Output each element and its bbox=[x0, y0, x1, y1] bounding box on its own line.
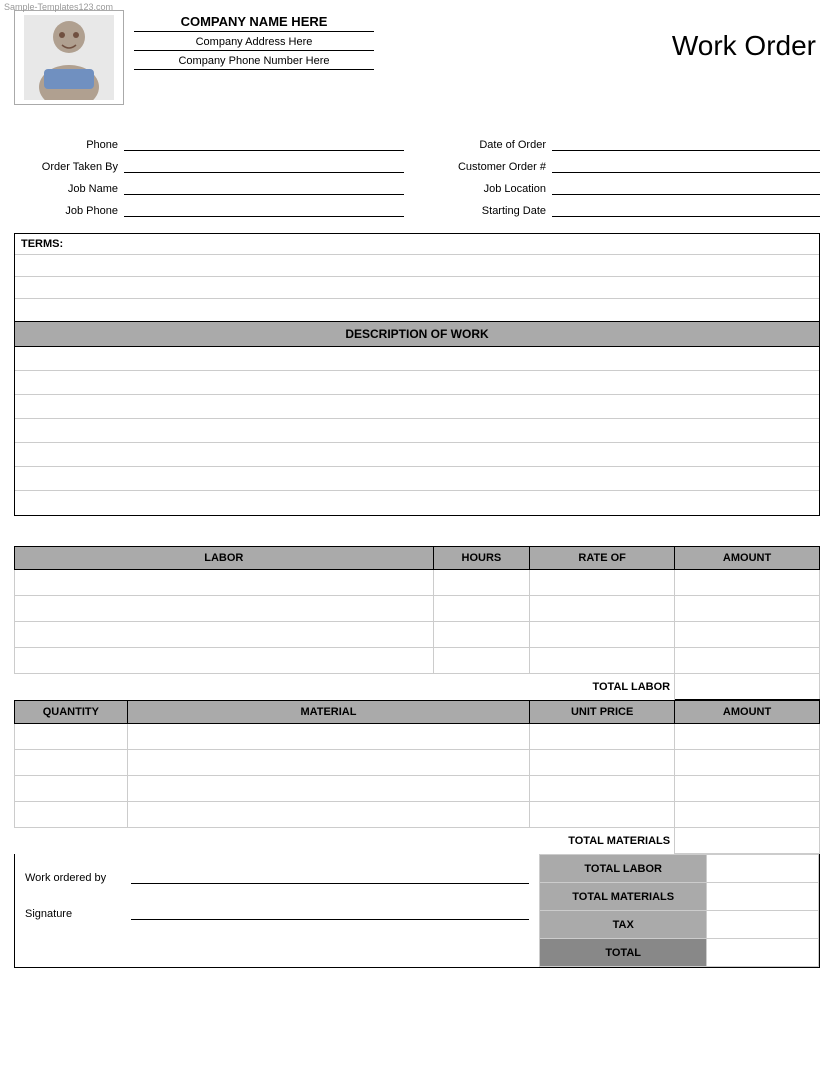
watermark: Sample-Templates123.com bbox=[4, 2, 113, 12]
labor-col-amount: AMOUNT bbox=[675, 547, 820, 570]
form-left-order-taken: Order Taken By bbox=[14, 157, 412, 173]
desc-row-5 bbox=[15, 443, 819, 467]
material-col-unit-price: UNIT PRICE bbox=[530, 701, 675, 724]
header-section: COMPANY NAME HERE Company Address Here C… bbox=[14, 10, 820, 105]
work-ordered-input[interactable] bbox=[131, 868, 529, 884]
desc-row-1 bbox=[15, 347, 819, 371]
grand-total-value[interactable] bbox=[707, 939, 819, 967]
job-location-input[interactable] bbox=[552, 179, 820, 195]
date-order-input[interactable] bbox=[552, 135, 820, 151]
desc-row-4 bbox=[15, 419, 819, 443]
tax-label: TAX bbox=[540, 911, 707, 939]
labor-row-3 bbox=[15, 622, 820, 648]
description-header: DESCRIPTION OF WORK bbox=[14, 322, 820, 347]
form-right-job-location: Job Location bbox=[422, 179, 820, 195]
job-phone-label: Job Phone bbox=[14, 205, 124, 217]
customer-order-input[interactable] bbox=[552, 157, 820, 173]
form-right-starting-date: Starting Date bbox=[422, 201, 820, 217]
labor-col-labor: LABOR bbox=[15, 547, 434, 570]
material-col-qty: QUANTITY bbox=[15, 701, 128, 724]
company-info: COMPANY NAME HERE Company Address Here C… bbox=[134, 10, 374, 74]
tax-value[interactable] bbox=[707, 911, 819, 939]
form-section: Phone Date of Order Order Taken By Custo… bbox=[14, 135, 820, 217]
grand-total-label: TOTAL bbox=[540, 939, 707, 967]
form-row-1: Phone Date of Order bbox=[14, 135, 820, 151]
total-materials-label: TOTAL MATERIALS bbox=[540, 883, 707, 911]
total-materials-row: TOTAL MATERIALS bbox=[540, 883, 819, 911]
work-ordered-label: Work ordered by bbox=[25, 872, 125, 884]
desc-row-7 bbox=[15, 491, 819, 515]
form-left-job-phone: Job Phone bbox=[14, 201, 412, 217]
total-labor-value[interactable] bbox=[707, 855, 819, 883]
form-left-phone: Phone bbox=[14, 135, 412, 151]
company-logo bbox=[14, 10, 124, 105]
terms-section: TERMS: bbox=[14, 233, 820, 322]
signature-section: Work ordered by Signature bbox=[15, 854, 539, 967]
customer-order-label: Customer Order # bbox=[422, 161, 552, 173]
logo-svg bbox=[24, 15, 114, 100]
total-materials-value[interactable] bbox=[707, 883, 819, 911]
form-row-3: Job Name Job Location bbox=[14, 179, 820, 195]
material-total-value[interactable] bbox=[675, 828, 820, 854]
job-phone-input[interactable] bbox=[124, 201, 404, 217]
terms-row-1 bbox=[15, 255, 819, 277]
work-ordered-row: Work ordered by bbox=[25, 868, 529, 884]
labor-total-label: TOTAL LABOR bbox=[530, 674, 675, 700]
terms-row-2 bbox=[15, 277, 819, 299]
form-row-4: Job Phone Starting Date bbox=[14, 201, 820, 217]
material-total-label: TOTAL MATERIALS bbox=[530, 828, 675, 854]
material-total-row: TOTAL MATERIALS bbox=[15, 828, 820, 854]
material-row-2 bbox=[15, 750, 820, 776]
starting-date-input[interactable] bbox=[552, 201, 820, 217]
phone-input[interactable] bbox=[124, 135, 404, 151]
material-row-3 bbox=[15, 776, 820, 802]
desc-row-2 bbox=[15, 371, 819, 395]
total-row: TOTAL bbox=[540, 939, 819, 967]
material-row-4 bbox=[15, 802, 820, 828]
labor-total-value[interactable] bbox=[675, 674, 820, 700]
material-table: QUANTITY MATERIAL UNIT PRICE AMOUNT TOTA… bbox=[14, 700, 820, 854]
labor-row-2 bbox=[15, 596, 820, 622]
terms-row-3 bbox=[15, 299, 819, 321]
starting-date-label: Starting Date bbox=[422, 205, 552, 217]
job-location-label: Job Location bbox=[422, 183, 552, 195]
company-phone: Company Phone Number Here bbox=[134, 55, 374, 70]
labor-row-4 bbox=[15, 648, 820, 674]
form-right-customer: Customer Order # bbox=[422, 157, 820, 173]
description-section bbox=[14, 347, 820, 516]
totals-table: TOTAL LABOR TOTAL MATERIALS TAX TOTAL bbox=[539, 854, 819, 967]
total-labor-label: TOTAL LABOR bbox=[540, 855, 707, 883]
form-row-2: Order Taken By Customer Order # bbox=[14, 157, 820, 173]
job-name-input[interactable] bbox=[124, 179, 404, 195]
tax-row: TAX bbox=[540, 911, 819, 939]
labor-row-1 bbox=[15, 570, 820, 596]
form-right-date: Date of Order bbox=[422, 135, 820, 151]
summary-section: Work ordered by Signature TOTAL LABOR TO… bbox=[14, 854, 820, 968]
desc-row-3 bbox=[15, 395, 819, 419]
signature-input[interactable] bbox=[131, 904, 529, 920]
desc-row-6 bbox=[15, 467, 819, 491]
section-gap-1 bbox=[14, 516, 820, 546]
signature-label: Signature bbox=[25, 908, 125, 920]
total-labor-row: TOTAL LABOR bbox=[540, 855, 819, 883]
terms-header: TERMS: bbox=[15, 234, 819, 255]
labor-col-rate: RATE OF bbox=[530, 547, 675, 570]
material-col-material: MATERIAL bbox=[127, 701, 530, 724]
page-title: Work Order bbox=[672, 10, 820, 62]
company-address: Company Address Here bbox=[134, 36, 374, 51]
labor-col-hours: HOURS bbox=[433, 547, 530, 570]
material-col-amount: AMOUNT bbox=[675, 701, 820, 724]
job-name-label: Job Name bbox=[14, 183, 124, 195]
form-left-job-name: Job Name bbox=[14, 179, 412, 195]
order-taken-label: Order Taken By bbox=[14, 161, 124, 173]
phone-label: Phone bbox=[14, 139, 124, 151]
date-order-label: Date of Order bbox=[422, 139, 552, 151]
company-name: COMPANY NAME HERE bbox=[134, 14, 374, 32]
labor-table: LABOR HOURS RATE OF AMOUNT TOTAL LABOR bbox=[14, 546, 820, 700]
material-row-1 bbox=[15, 724, 820, 750]
order-taken-input[interactable] bbox=[124, 157, 404, 173]
labor-total-row: TOTAL LABOR bbox=[15, 674, 820, 700]
signature-row: Signature bbox=[25, 904, 529, 920]
